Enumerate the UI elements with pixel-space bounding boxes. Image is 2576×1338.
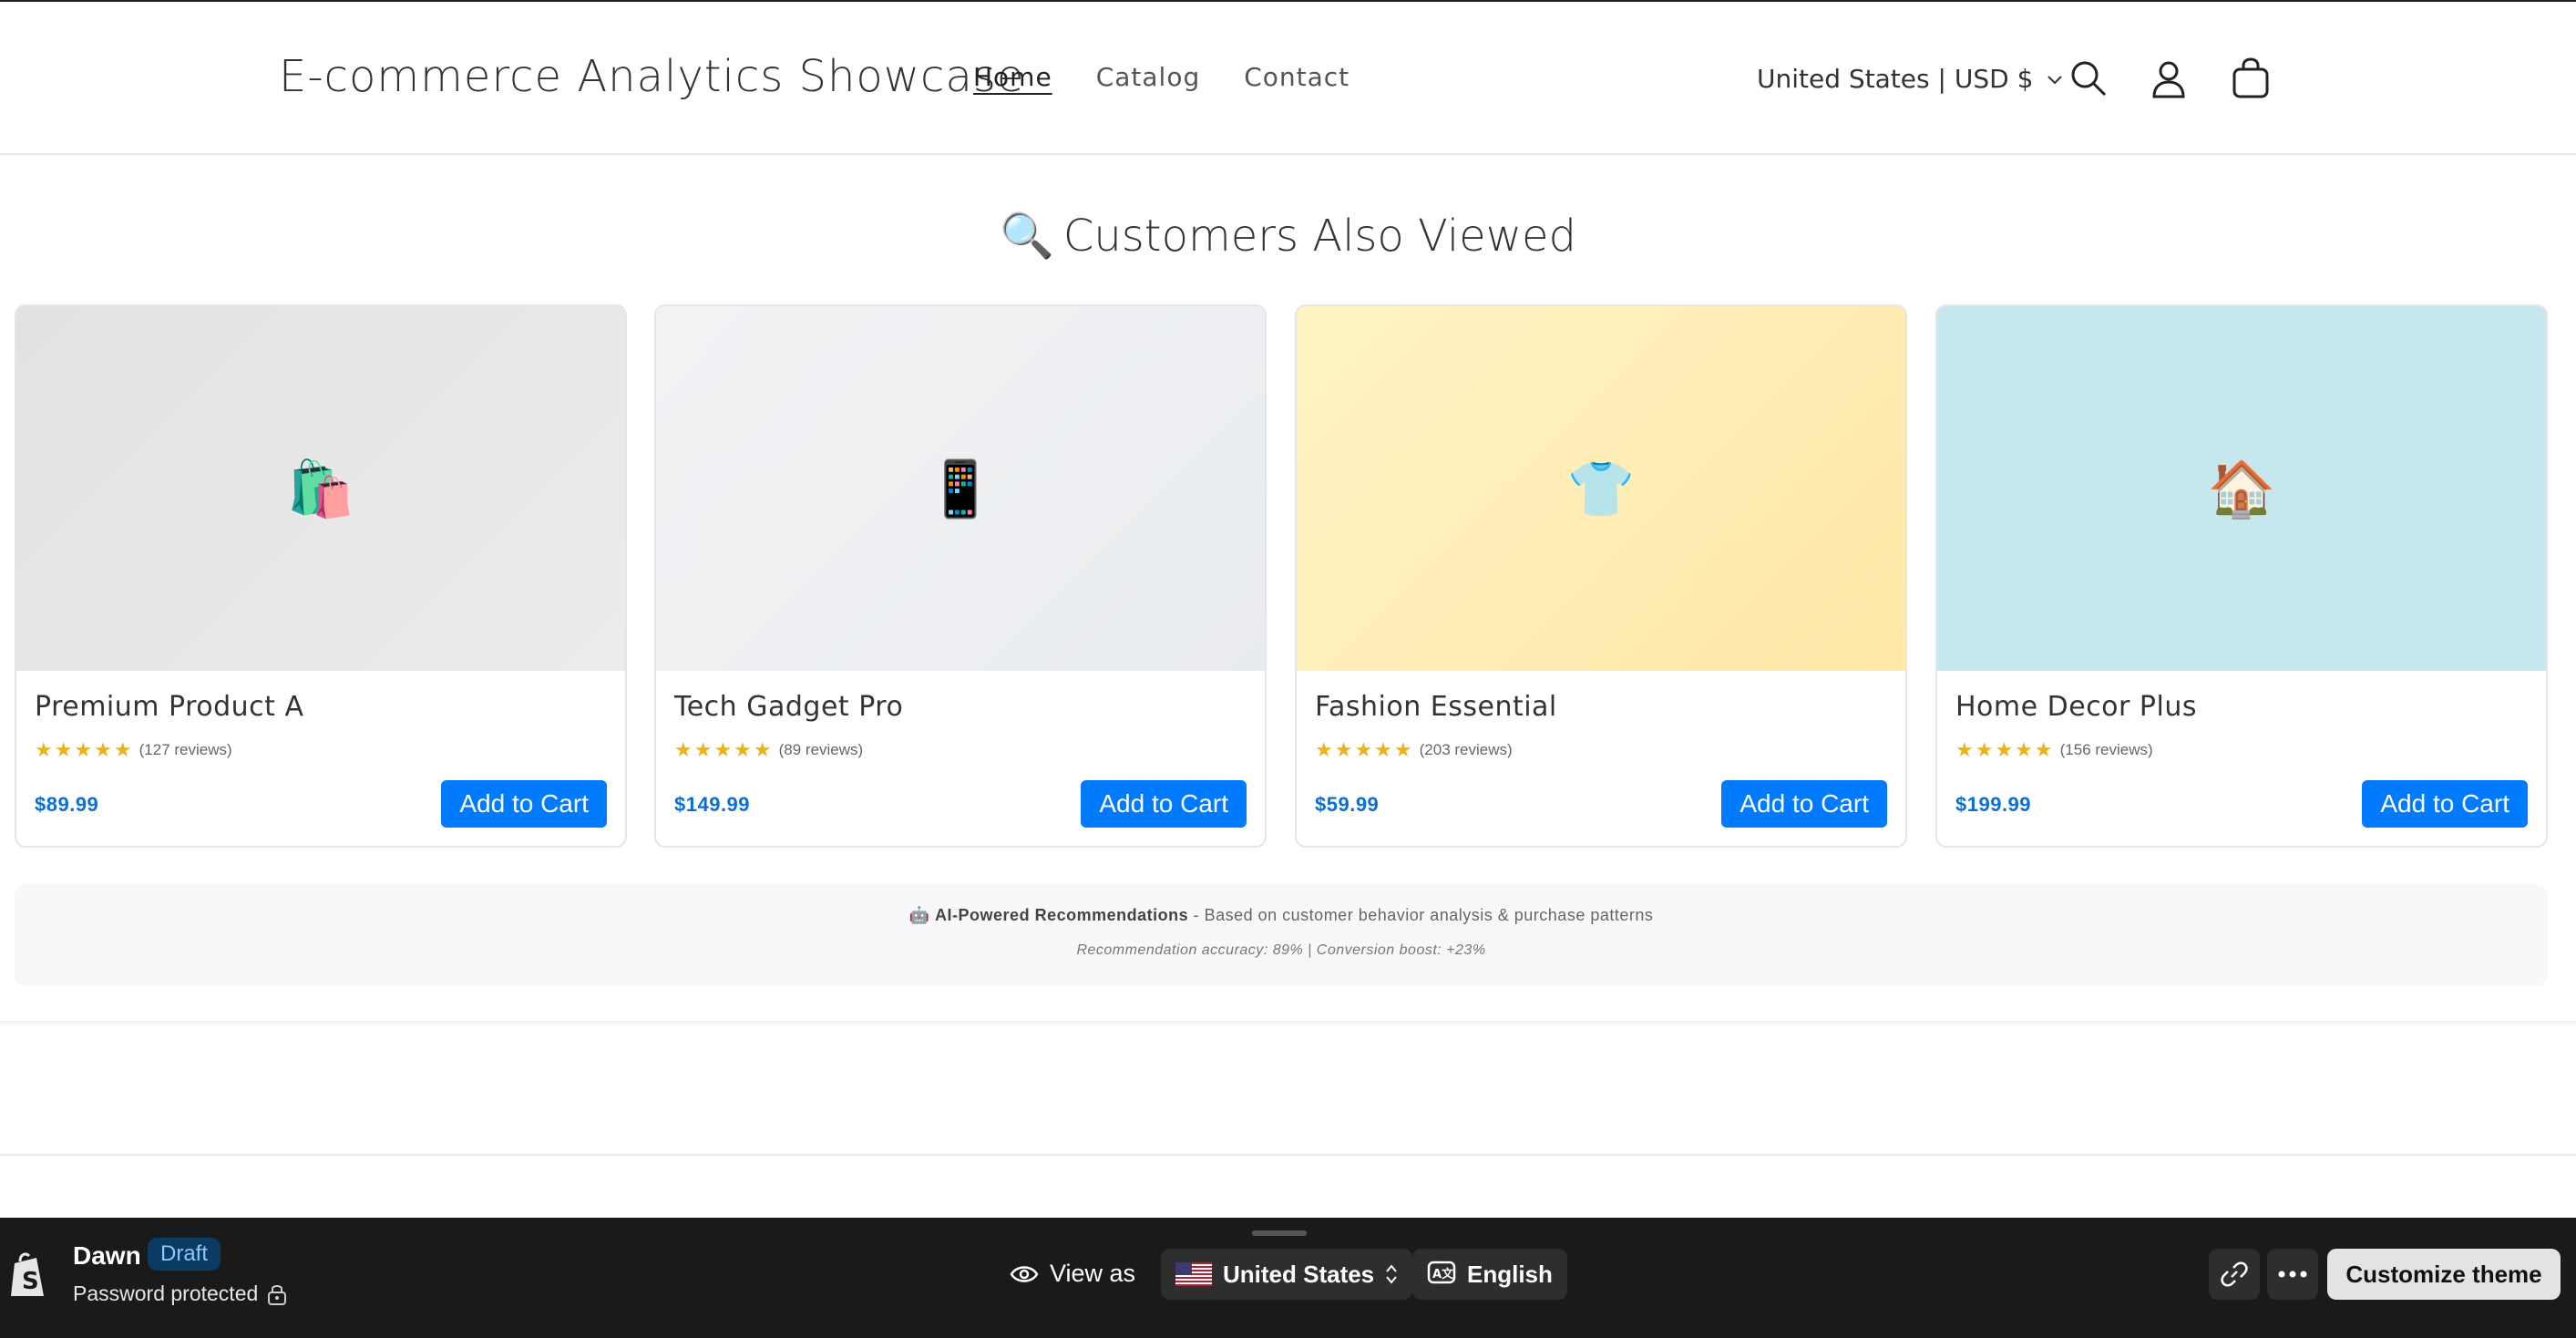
ai-stats: Recommendation accuracy: 89% | Conversio… (1076, 942, 1486, 958)
product-rating: ★★★★★ (89 reviews) (674, 738, 863, 762)
product-title[interactable]: Home Decor Plus (1955, 691, 2197, 723)
product-body: Tech Gadget Pro ★★★★★ (89 reviews) $149.9… (674, 671, 1247, 846)
product-image[interactable]: 🏠 (1937, 306, 2546, 671)
product-body: Fashion Essential ★★★★★ (203 reviews) $59… (1315, 671, 1887, 846)
updown-chevron-icon (1386, 1264, 1397, 1284)
section-title-text: Customers Also Viewed (1062, 211, 1576, 262)
product-card[interactable]: 🛍️ Premium Product A ★★★★★ (127 reviews) … (15, 304, 627, 848)
product-rating: ★★★★★ (203 reviews) (1315, 738, 1513, 762)
product-price: $149.99 (674, 793, 751, 816)
section-divider (0, 1021, 2576, 1026)
eye-icon (1010, 1265, 1039, 1282)
site-header: E-commerce Analytics Showcase Home Catal… (0, 2, 2576, 155)
draft-badge: Draft (148, 1238, 221, 1271)
customize-theme-button[interactable]: Customize theme (2327, 1249, 2561, 1300)
product-image[interactable]: 👕 (1297, 306, 1905, 671)
star-rating-icon: ★★★★★ (1955, 738, 2055, 761)
ai-recommendations-box: 🤖 AI-Powered Recommendations - Based on … (15, 884, 2548, 986)
product-title[interactable]: Tech Gadget Pro (674, 691, 903, 723)
product-card[interactable]: 📱 Tech Gadget Pro ★★★★★ (89 reviews) $149… (654, 304, 1267, 848)
password-status: Password protected (73, 1281, 287, 1306)
search-icon[interactable] (2067, 57, 2110, 100)
link-icon (2221, 1261, 2248, 1287)
add-to-cart-button[interactable]: Add to Cart (1081, 780, 1247, 828)
star-rating-icon: ★★★★★ (674, 738, 774, 761)
language-selector[interactable]: A文 English (1412, 1249, 1567, 1300)
main-nav: Home Catalog Contact (973, 62, 1350, 92)
tshirt-icon: 👕 (1566, 458, 1636, 520)
footer-divider (0, 1154, 2576, 1156)
shopping-bag-icon: 🛍️ (286, 458, 355, 520)
language-label: English (1467, 1260, 1553, 1288)
product-card[interactable]: 🏠 Home Decor Plus ★★★★★ (156 reviews) $19… (1935, 304, 2548, 848)
view-as-label: View as (1010, 1260, 1135, 1288)
product-image[interactable]: 📱 (656, 306, 1265, 671)
ai-subtitle: - Based on customer behavior analysis & … (1188, 906, 1654, 924)
phone-icon: 📱 (926, 458, 995, 520)
product-body: Home Decor Plus ★★★★★ (156 reviews) $199.… (1955, 671, 2528, 846)
product-card[interactable]: 👕 Fashion Essential ★★★★★ (203 reviews) $… (1295, 304, 1907, 848)
chevron-down-icon (2047, 75, 2063, 84)
country-label: United States (1223, 1260, 1375, 1288)
section-title: 🔍 Customers Also Viewed (0, 210, 2576, 262)
product-price: $59.99 (1315, 793, 1380, 816)
us-flag-icon (1175, 1262, 1212, 1286)
password-label: Password protected (73, 1281, 259, 1305)
add-to-cart-button[interactable]: Add to Cart (1721, 780, 1887, 828)
product-body: Premium Product A ★★★★★ (127 reviews) $89… (35, 671, 607, 846)
review-count: (203 reviews) (1419, 741, 1513, 758)
drag-handle[interactable] (1252, 1230, 1307, 1236)
ellipsis-icon (2278, 1271, 2307, 1278)
country-selector[interactable]: United States (1161, 1249, 1413, 1300)
magnifier-emoji-icon: 🔍 (1000, 211, 1054, 262)
review-count: (127 reviews) (139, 741, 232, 758)
locale-label: United States | USD $ (1757, 64, 2034, 94)
add-to-cart-button[interactable]: Add to Cart (2362, 780, 2528, 828)
product-title[interactable]: Premium Product A (35, 691, 304, 723)
lock-icon (268, 1284, 287, 1305)
product-price: $199.99 (1955, 793, 2032, 816)
star-rating-icon: ★★★★★ (35, 738, 134, 761)
cart-icon[interactable] (2229, 57, 2273, 100)
view-as-text: View as (1050, 1260, 1136, 1287)
site-brand[interactable]: E-commerce Analytics Showcase (279, 51, 1024, 102)
product-rating: ★★★★★ (127 reviews) (35, 738, 232, 762)
shopify-logo-icon[interactable]: S (7, 1251, 49, 1300)
star-rating-icon: ★★★★★ (1315, 738, 1414, 761)
nav-contact[interactable]: Contact (1244, 62, 1350, 92)
review-count: (156 reviews) (2059, 741, 2153, 758)
review-count: (89 reviews) (778, 741, 864, 758)
account-icon[interactable] (2147, 57, 2191, 100)
product-image[interactable]: 🛍️ (16, 306, 625, 671)
add-to-cart-button[interactable]: Add to Cart (441, 780, 607, 828)
ai-summary: 🤖 AI-Powered Recommendations - Based on … (15, 906, 2548, 925)
more-options-button[interactable] (2267, 1249, 2318, 1300)
copy-link-button[interactable] (2209, 1249, 2260, 1300)
robot-icon: 🤖 (908, 906, 930, 924)
nav-catalog[interactable]: Catalog (1096, 62, 1201, 92)
nav-home[interactable]: Home (973, 62, 1052, 92)
theme-name: Dawn (73, 1241, 141, 1270)
ai-title: AI-Powered Recommendations (935, 906, 1189, 924)
svg-text:A文: A文 (1432, 1267, 1454, 1281)
locale-selector[interactable]: United States | USD $ (1757, 64, 2064, 94)
svg-text:S: S (22, 1268, 39, 1295)
product-price: $89.99 (35, 793, 99, 816)
product-rating: ★★★★★ (156 reviews) (1955, 738, 2153, 762)
product-title[interactable]: Fashion Essential (1315, 691, 1557, 723)
translate-icon: A文 (1427, 1261, 1456, 1284)
theme-preview-bar: S Dawn Draft Password protected View as … (0, 1218, 2576, 1338)
house-icon: 🏠 (2207, 458, 2276, 520)
